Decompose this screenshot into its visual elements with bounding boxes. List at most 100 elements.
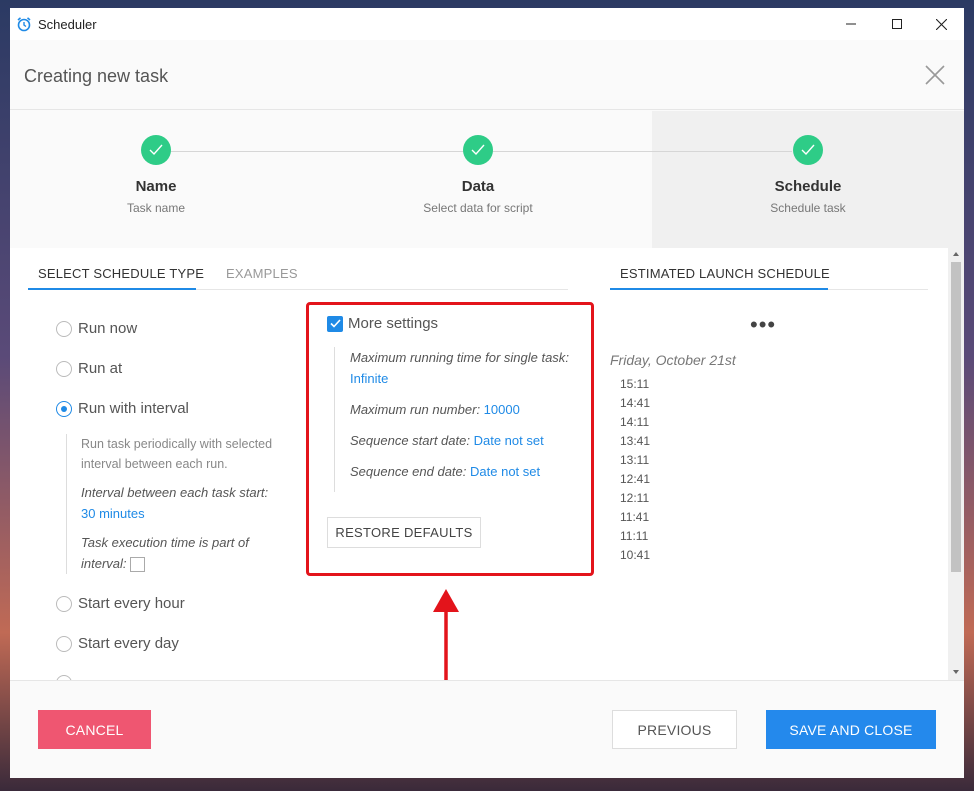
check-icon xyxy=(471,144,485,156)
step-name[interactable]: Name Task name xyxy=(56,135,256,215)
title-bar: Scheduler xyxy=(10,8,964,40)
step-done-badge xyxy=(141,135,171,165)
launch-time: 10:41 xyxy=(620,548,651,562)
launch-time: 13:11 xyxy=(620,453,650,467)
step-schedule[interactable]: Schedule Schedule task xyxy=(708,135,908,215)
wizard-stepper: Name Task name Data Select data for scri… xyxy=(10,111,964,248)
step-title: Name xyxy=(135,178,177,195)
red-arrow-annotation xyxy=(433,589,459,680)
dialog-footer: CANCEL PREVIOUS SAVE AND CLOSE xyxy=(10,680,964,778)
app-title: Scheduler xyxy=(38,17,97,32)
more-settings-label: More settings xyxy=(348,315,439,332)
step-done-badge xyxy=(463,135,493,165)
sequence-end-label: Sequence end date xyxy=(350,464,463,479)
checkbox-checked-icon xyxy=(327,315,343,332)
sequence-end-setting: Sequence end date: Date not set xyxy=(350,464,541,479)
step-done-badge xyxy=(793,135,823,165)
sequence-start-link[interactable]: Date not set xyxy=(474,433,544,448)
scroll-thumb[interactable] xyxy=(951,262,961,572)
tab-estimated-launch-schedule[interactable]: ESTIMATED LAUNCH SCHEDULE xyxy=(620,266,830,281)
radio-icon xyxy=(56,320,72,337)
max-run-number-link[interactable]: 10000 xyxy=(484,402,520,417)
radio-icon xyxy=(56,635,72,652)
previous-button[interactable]: PREVIOUS xyxy=(612,710,737,749)
radio-icon xyxy=(56,360,72,377)
dialog-header: Creating new task xyxy=(10,40,964,110)
more-settings-toggle[interactable]: More settings xyxy=(327,315,438,332)
step-subtitle: Task name xyxy=(126,201,186,215)
more-options-icon[interactable]: ••• xyxy=(750,312,776,338)
schedule-tabs: SELECT SCHEDULE TYPE EXAMPLES xyxy=(28,262,568,290)
exec-time-checkbox[interactable] xyxy=(129,557,145,573)
tab-select-schedule-type[interactable]: SELECT SCHEDULE TYPE xyxy=(38,266,204,281)
step-subtitle: Schedule task xyxy=(770,201,846,215)
step-data[interactable]: Data Select data for script xyxy=(378,135,578,215)
more-settings-panel: More settings Maximum running time for s… xyxy=(306,302,594,576)
step-subtitle: Select data for script xyxy=(423,201,533,215)
radio-run-at[interactable]: Run at xyxy=(56,360,122,377)
maximize-button[interactable] xyxy=(874,8,920,40)
interval-value-link[interactable]: 30 minutes xyxy=(81,506,145,521)
exec-time-label: Task execution time is part of interval xyxy=(81,535,249,571)
radio-checked-icon xyxy=(56,400,72,417)
radio-label: Run with interval xyxy=(78,400,189,417)
save-and-close-button[interactable]: SAVE AND CLOSE xyxy=(766,710,936,749)
radio-label: Start every day xyxy=(78,635,179,652)
interval-setting: Interval between each task start: 30 min… xyxy=(81,485,269,521)
launch-time: 12:11 xyxy=(620,491,650,505)
vertical-scrollbar[interactable] xyxy=(948,248,964,680)
exec-time-setting: Task execution time is part of interval: xyxy=(81,535,249,573)
sequence-start-label: Sequence start date xyxy=(350,433,467,448)
sequence-start-setting: Sequence start date: Date not set xyxy=(350,433,544,448)
radio-start-every-day[interactable]: Start every day xyxy=(56,635,179,652)
schedule-date: Friday, October 21st xyxy=(610,352,736,368)
interval-label: Interval between each task start xyxy=(81,485,265,500)
scroll-down-icon[interactable] xyxy=(953,670,959,674)
interval-description: Run task periodically with selected inte… xyxy=(81,437,273,471)
step-title: Data xyxy=(461,178,495,195)
radio-label: Run at xyxy=(78,360,123,377)
launch-time: 14:41 xyxy=(620,396,651,410)
launch-times-list: 15:11 14:41 14:11 13:41 13:11 12:41 12:1… xyxy=(620,375,650,565)
scroll-up-icon[interactable] xyxy=(953,252,959,256)
max-run-number-setting: Maximum run number: 10000 xyxy=(350,402,520,417)
tab-examples[interactable]: EXAMPLES xyxy=(226,266,298,281)
radio-icon xyxy=(56,595,72,612)
max-run-number-label: Maximum run number xyxy=(350,402,477,417)
scheduler-window: Scheduler Creating new task Name Task na… xyxy=(10,8,964,778)
radio-label: Run now xyxy=(78,320,138,337)
max-running-time-link[interactable]: Infinite xyxy=(350,371,388,386)
radio-run-with-interval[interactable]: Run with interval xyxy=(56,400,189,417)
check-icon xyxy=(149,144,163,156)
cancel-button[interactable]: CANCEL xyxy=(38,710,151,749)
minimize-button[interactable] xyxy=(828,8,874,40)
interval-options: Run task periodically with selected inte… xyxy=(66,434,296,574)
check-icon xyxy=(329,319,341,328)
active-tab-indicator xyxy=(28,288,196,290)
launch-time: 12:41 xyxy=(620,472,651,486)
dialog-close-icon[interactable] xyxy=(922,62,948,88)
launch-time: 15:11 xyxy=(620,377,650,391)
max-running-time-label: Maximum running time for single task xyxy=(350,350,566,365)
content-area: SELECT SCHEDULE TYPE EXAMPLES Run now Ru… xyxy=(10,248,964,680)
window-close-button[interactable] xyxy=(918,8,964,40)
step-title: Schedule xyxy=(774,178,842,195)
radio-run-now[interactable]: Run now xyxy=(56,320,137,337)
launch-time: 14:11 xyxy=(620,415,650,429)
close-icon xyxy=(935,18,947,30)
check-icon xyxy=(801,144,815,156)
max-running-time-setting: Maximum running time for single task: In… xyxy=(350,350,569,386)
estimated-schedule-tabs: ESTIMATED LAUNCH SCHEDULE xyxy=(610,262,928,290)
alarm-clock-icon xyxy=(17,17,31,32)
restore-defaults-button[interactable]: RESTORE DEFAULTS xyxy=(327,517,481,548)
radio-start-every-hour[interactable]: Start every hour xyxy=(56,595,185,612)
launch-time: 11:41 xyxy=(620,510,650,524)
launch-time: 11:11 xyxy=(620,529,649,543)
active-tab-indicator xyxy=(610,288,828,290)
minimize-icon xyxy=(846,23,856,25)
launch-time: 13:41 xyxy=(620,434,651,448)
maximize-icon xyxy=(892,19,902,29)
settings-list: Maximum running time for single task: In… xyxy=(334,347,584,492)
radio-label: Start every hour xyxy=(78,595,185,612)
sequence-end-link[interactable]: Date not set xyxy=(470,464,540,479)
